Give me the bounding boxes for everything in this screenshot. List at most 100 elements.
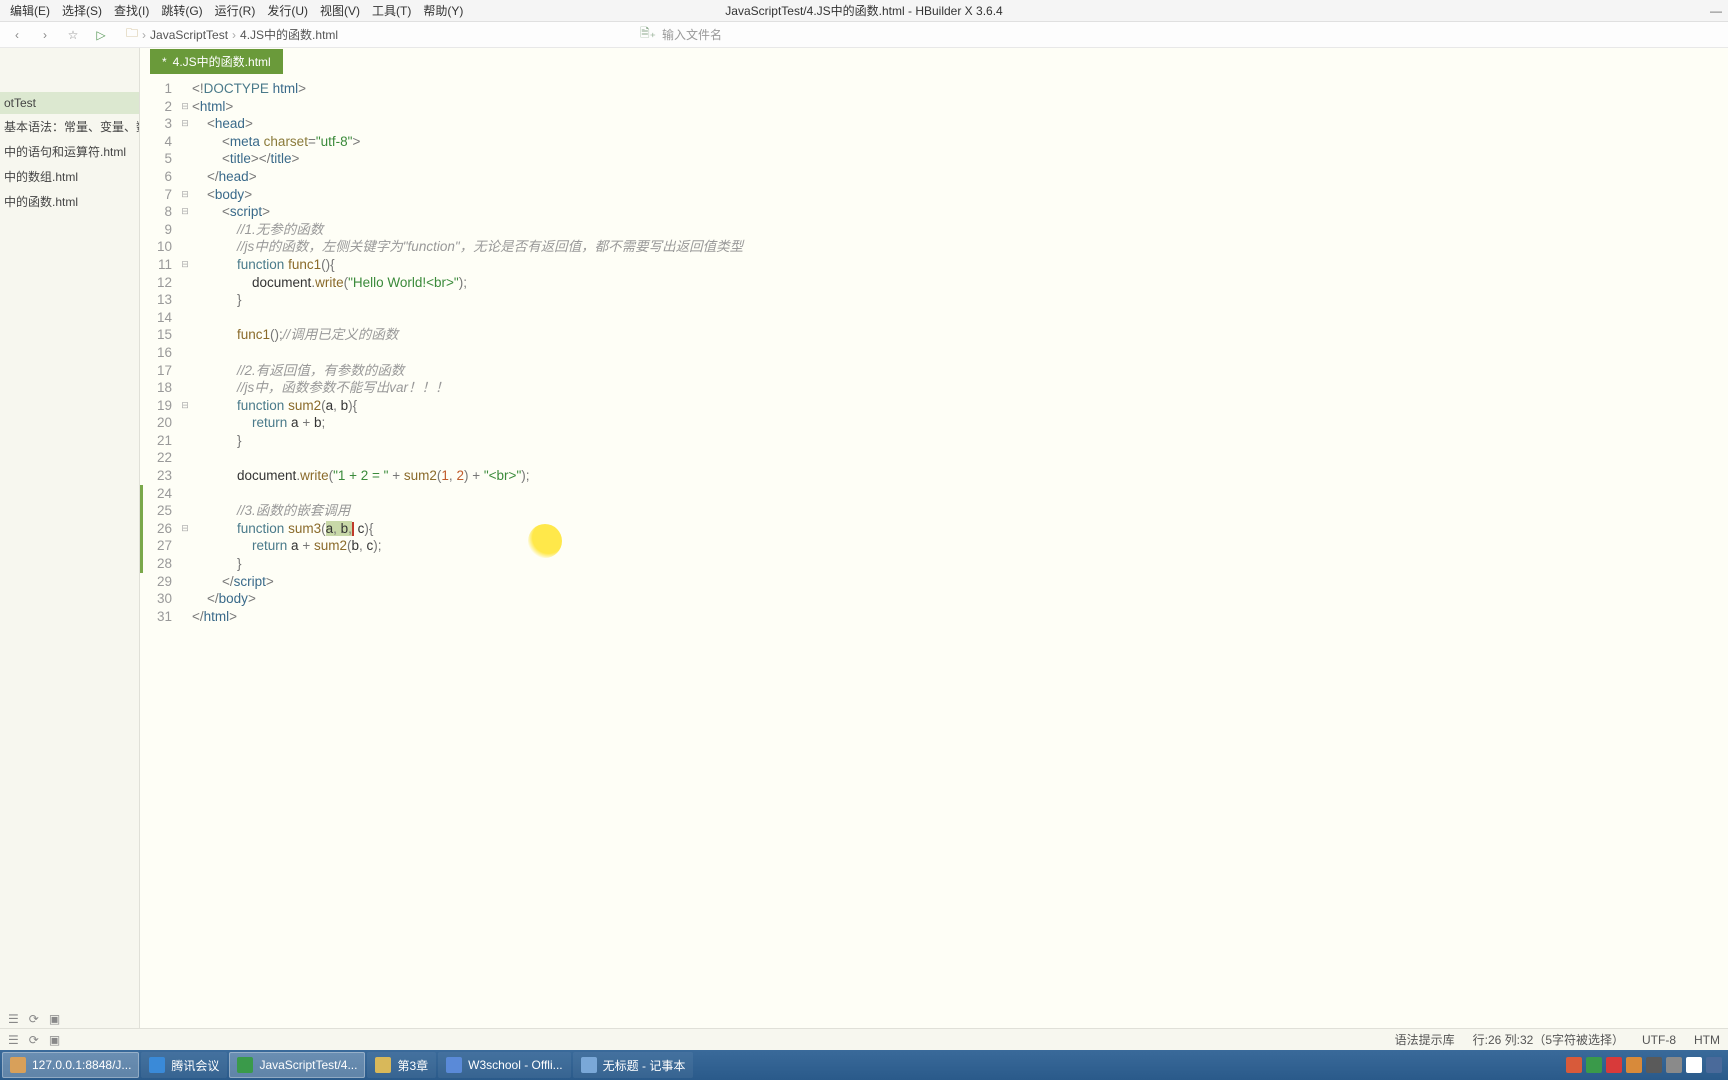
fold-marker [178,432,192,450]
fold-marker [178,467,192,485]
taskbar-item[interactable]: 无标题 - 记事本 [573,1052,694,1078]
taskbar-item[interactable]: 127.0.0.1:8848/J... [2,1052,139,1078]
taskbar-item[interactable]: JavaScriptTest/4... [229,1052,365,1078]
editor-tab[interactable]: * 4.JS中的函数.html [150,49,283,74]
line-number: 4 [143,133,178,151]
fold-marker[interactable]: ⊟ [178,115,192,133]
code-line[interactable] [192,449,1728,467]
code-line[interactable]: </head> [192,168,1728,186]
tree-item[interactable]: 中的语句和运算符.html [0,139,139,164]
code-line[interactable]: </body> [192,590,1728,608]
code-line[interactable]: function sum3(a, b, c){ [192,520,1728,538]
fold-marker [178,168,192,186]
taskbar-app-icon [149,1057,165,1073]
fold-marker[interactable]: ⊟ [178,186,192,204]
menu-item[interactable]: 查找(I) [108,2,155,20]
code-line[interactable]: //js中，函数参数不能写出var！！！ [192,379,1728,397]
tray-icon[interactable] [1606,1057,1622,1073]
fold-marker[interactable]: ⊟ [178,98,192,116]
code-line[interactable]: //3.函数的嵌套调用 [192,502,1728,520]
code-line[interactable] [192,485,1728,503]
fold-marker [178,485,192,503]
code-line[interactable]: document.write("1 + 2 = " + sum2(1, 2) +… [192,467,1728,485]
taskbar-item[interactable]: 腾讯会议 [141,1052,227,1078]
terminal-icon[interactable]: ▣ [49,1012,60,1026]
code-line[interactable]: <!DOCTYPE html> [192,80,1728,98]
encoding-indicator[interactable]: UTF-8 [1642,1033,1676,1047]
code-line[interactable]: func1();//调用已定义的函数 [192,326,1728,344]
code-line[interactable]: </html> [192,608,1728,626]
code-editor[interactable]: 1234567891011121314151617181920212223242… [140,74,1728,1028]
menu-item[interactable]: 发行(U) [261,2,314,20]
sync-icon[interactable]: ⟳ [29,1012,39,1026]
code-line[interactable] [192,344,1728,362]
fold-marker [178,274,192,292]
tree-item[interactable]: otTest [0,92,139,114]
code-line[interactable]: //2.有返回值，有参数的函数 [192,362,1728,380]
code-line[interactable]: } [192,291,1728,309]
code-line[interactable]: } [192,432,1728,450]
editor-tabbar: * 4.JS中的函数.html [140,48,1728,74]
tree-item[interactable]: 基本语法：常量、变量、数据... [0,114,139,139]
status-list-icon[interactable]: ☰ [8,1033,19,1047]
tray-icon[interactable] [1586,1057,1602,1073]
nav-forward-button[interactable]: › [34,25,56,45]
syntax-hint-button[interactable]: 语法提示库 [1395,1031,1455,1048]
minimize-button[interactable]: — [1710,4,1722,18]
breadcrumb-item[interactable]: 4.JS中的函数.html [240,26,338,43]
fold-marker[interactable]: ⊟ [178,256,192,274]
list-icon[interactable]: ☰ [8,1012,19,1026]
code-line[interactable]: <html> [192,98,1728,116]
line-number: 31 [143,608,178,626]
tree-item[interactable]: 中的数组.html [0,164,139,189]
menu-item[interactable]: 运行(R) [209,2,262,20]
code-line[interactable]: return a + sum2(b, c); [192,537,1728,555]
line-number: 11 [143,256,178,274]
code-line[interactable]: function sum2(a, b){ [192,397,1728,415]
code-line[interactable]: <body> [192,186,1728,204]
nav-back-button[interactable]: ‹ [6,25,28,45]
menu-bar: 编辑(E)选择(S)查找(I)跳转(G)运行(R)发行(U)视图(V)工具(T)… [0,0,1728,22]
fold-marker [178,221,192,239]
tree-item[interactable]: 中的函数.html [0,189,139,214]
code-line[interactable]: <title></title> [192,150,1728,168]
code-line[interactable]: return a + b; [192,414,1728,432]
fold-marker[interactable]: ⊟ [178,397,192,415]
fold-marker[interactable]: ⊟ [178,203,192,221]
run-button[interactable]: ▷ [90,25,112,45]
tray-volume-icon[interactable] [1706,1057,1722,1073]
new-file-input[interactable]: 🗎₊ 输入文件名 [640,24,722,45]
language-indicator[interactable]: HTM [1694,1033,1720,1047]
tray-icon[interactable] [1626,1057,1642,1073]
code-line[interactable]: <script> [192,203,1728,221]
tray-icon[interactable] [1686,1057,1702,1073]
tray-icon[interactable] [1666,1057,1682,1073]
menu-item[interactable]: 帮助(Y) [417,2,469,20]
code-line[interactable]: </script> [192,573,1728,591]
breadcrumb-item[interactable]: JavaScriptTest [150,28,228,42]
tray-icon[interactable] [1646,1057,1662,1073]
taskbar-app-icon [581,1057,597,1073]
menu-item[interactable]: 选择(S) [56,2,108,20]
menu-item[interactable]: 跳转(G) [155,2,208,20]
line-number: 12 [143,274,178,292]
code-line[interactable]: } [192,555,1728,573]
taskbar-item[interactable]: 第3章 [367,1052,436,1078]
status-terminal-icon[interactable]: ▣ [49,1033,60,1047]
code-line[interactable]: function func1(){ [192,256,1728,274]
code-line[interactable]: //js中的函数，左侧关键字为"function"，无论是否有返回值，都不需要写… [192,238,1728,256]
code-line[interactable]: document.write("Hello World!<br>"); [192,274,1728,292]
taskbar-item[interactable]: W3school - Offli... [438,1052,570,1078]
menu-item[interactable]: 编辑(E) [4,2,56,20]
code-line[interactable]: <meta charset="utf-8"> [192,133,1728,151]
tray-icon[interactable] [1566,1057,1582,1073]
code-line[interactable]: //1.无参的函数 [192,221,1728,239]
system-tray [1566,1057,1726,1073]
menu-item[interactable]: 工具(T) [366,2,417,20]
status-sync-icon[interactable]: ⟳ [29,1033,39,1047]
menu-item[interactable]: 视图(V) [314,2,366,20]
star-icon[interactable]: ☆ [62,25,84,45]
code-line[interactable] [192,309,1728,327]
fold-marker[interactable]: ⊟ [178,520,192,538]
code-line[interactable]: <head> [192,115,1728,133]
